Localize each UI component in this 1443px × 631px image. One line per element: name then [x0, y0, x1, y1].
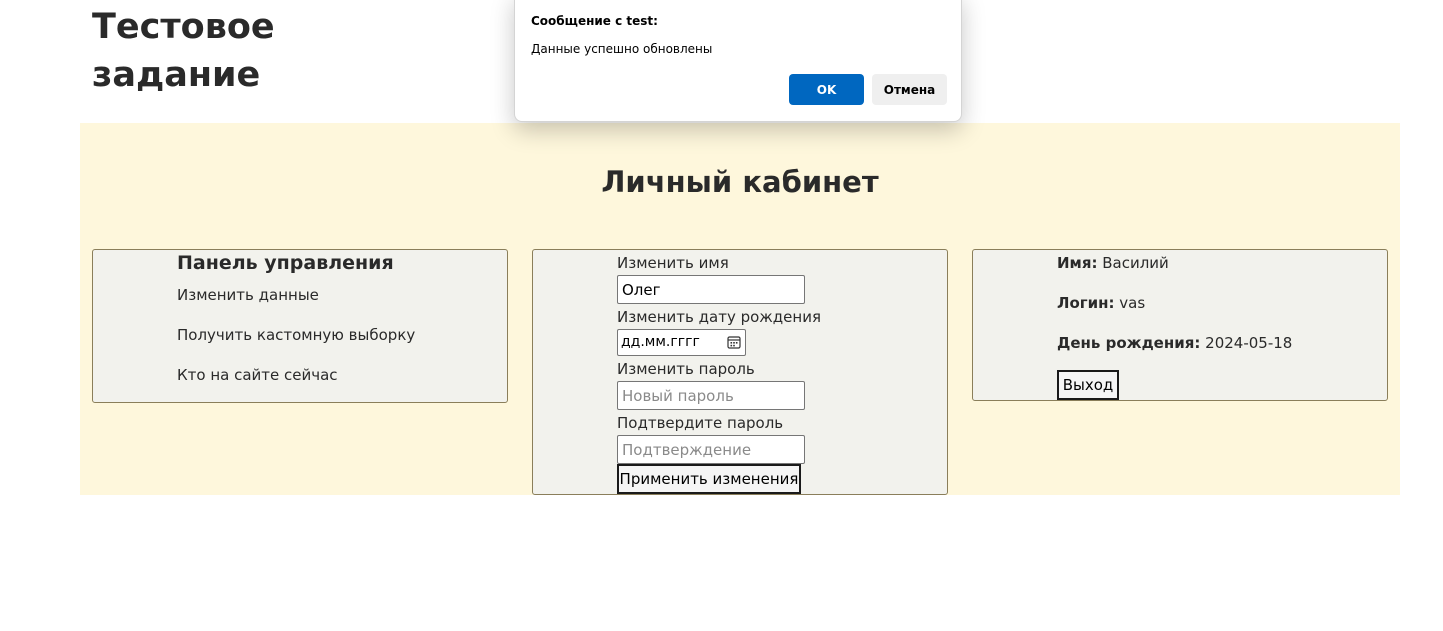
birthdate-input[interactable]: дд.мм.гггг [617, 329, 746, 356]
confirm-password-input[interactable] [617, 435, 805, 464]
name-input[interactable] [617, 275, 805, 304]
alert-dialog: Сообщение с test: Данные успешно обновле… [514, 0, 962, 122]
profile-login-key: Логин: [1057, 294, 1115, 312]
profile-login-row: Логин: vas [1057, 294, 1145, 312]
logout-button[interactable]: Выход [1057, 370, 1119, 400]
profile-birthday-row: День рождения: 2024-05-18 [1057, 334, 1292, 352]
apply-changes-button[interactable]: Применить изменения [617, 464, 801, 494]
profile-name-value: Василий [1102, 254, 1169, 272]
dialog-cancel-button[interactable]: Отмена [872, 74, 947, 105]
dialog-title: Сообщение с test: [531, 14, 658, 28]
personal-account-section: Личный кабинет Панель управления Изменит… [80, 123, 1400, 495]
profile-name-row: Имя: Василий [1057, 254, 1169, 272]
menu-item-custom-selection[interactable]: Получить кастомную выборку [177, 326, 415, 344]
edit-form-panel: Изменить имя Изменить дату рождения дд.м… [532, 249, 948, 495]
calendar-icon[interactable] [727, 335, 741, 349]
birthdate-placeholder: дд.мм.гггг [621, 334, 700, 350]
dialog-ok-button[interactable]: OK [789, 74, 864, 105]
profile-name-key: Имя: [1057, 254, 1098, 272]
name-label: Изменить имя [617, 254, 729, 272]
menu-item-edit-data[interactable]: Изменить данные [177, 286, 319, 304]
confirm-password-label: Подтвердите пароль [617, 414, 784, 432]
profile-info-panel: Имя: Василий Логин: vas День рождения: 2… [972, 249, 1388, 401]
site-title: Тестовое задание [92, 7, 275, 95]
profile-birthday-key: День рождения: [1057, 334, 1201, 352]
dialog-message: Данные успешно обновлены [531, 42, 713, 56]
control-panel: Панель управления Изменить данные Получи… [92, 249, 508, 403]
page-title: Личный кабинет [601, 165, 879, 199]
menu-item-who-online[interactable]: Кто на сайте сейчас [177, 366, 338, 384]
profile-login-value: vas [1119, 294, 1146, 312]
profile-birthday-value: 2024-05-18 [1205, 334, 1293, 352]
control-panel-heading: Панель управления [177, 252, 394, 274]
password-label: Изменить пароль [617, 360, 755, 378]
new-password-input[interactable] [617, 381, 805, 410]
birthdate-label: Изменить дату рождения [617, 308, 821, 326]
